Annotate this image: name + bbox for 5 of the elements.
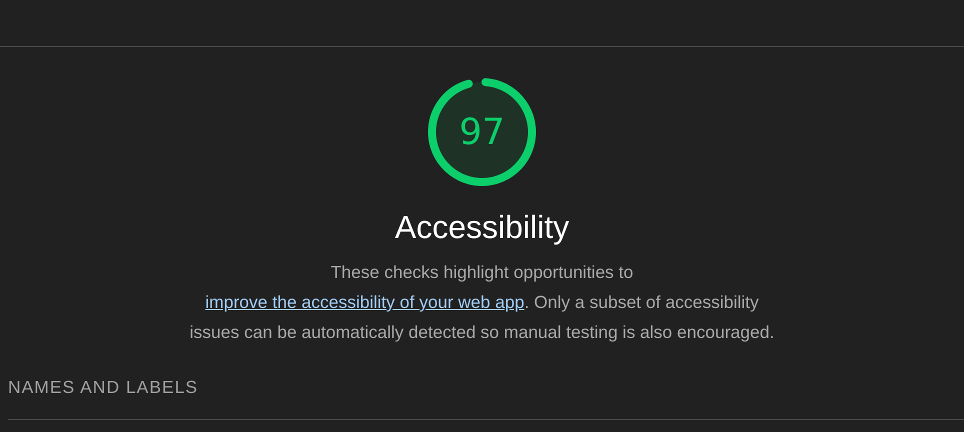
category-description: These checks highlight opportunities to improve the accessibility of your web app. Only a subset of accessibility issues can be automatically detected so manual testing is also encouraged. bbox=[188, 261, 776, 344]
category-title: Accessibility bbox=[394, 209, 570, 245]
group-heading: NAMES AND LABELS bbox=[8, 375, 964, 420]
score-value: 97 bbox=[459, 112, 505, 153]
accessibility-link[interactable]: improve the accessibility of your web app bbox=[205, 292, 524, 312]
